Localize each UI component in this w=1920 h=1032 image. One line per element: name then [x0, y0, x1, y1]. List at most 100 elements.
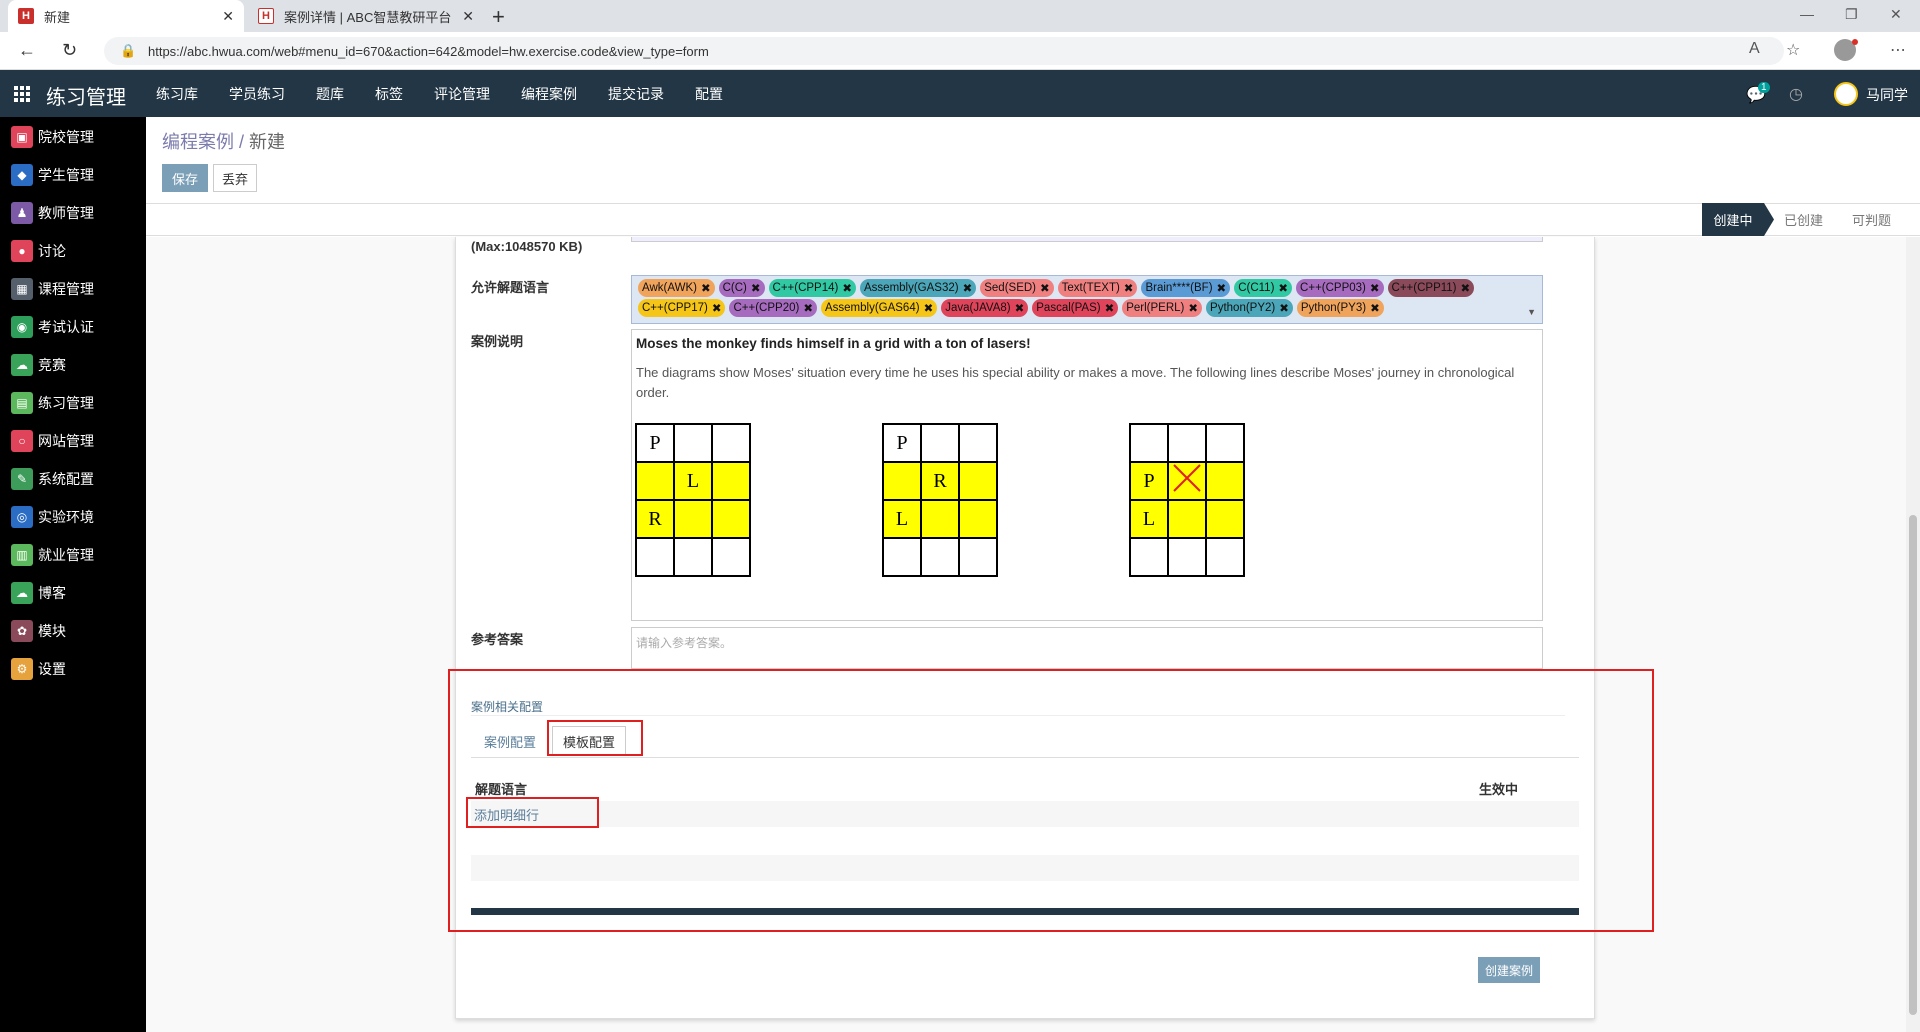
sidebar-item[interactable]: ○ 网站管理	[11, 429, 94, 453]
reload-icon[interactable]: ↻	[62, 40, 77, 61]
sidebar-item[interactable]: ◉ 考试认证	[11, 315, 94, 339]
menu-item[interactable]: 评论管理	[434, 84, 490, 104]
grid-cell	[711, 537, 751, 577]
description-heading: Moses the monkey finds himself in a grid…	[636, 336, 1031, 351]
sidebar-item[interactable]: ✿ 模块	[11, 619, 66, 643]
sidebar-item[interactable]: ▣ 院校管理	[11, 125, 94, 149]
remove-tag-icon[interactable]: ✖	[1015, 301, 1025, 315]
menu-item[interactable]: 学员练习	[229, 84, 285, 104]
remove-tag-icon[interactable]: ✖	[1105, 301, 1115, 315]
sidebar-item[interactable]: ✎ 系统配置	[11, 467, 94, 491]
remove-tag-icon[interactable]: ✖	[803, 301, 813, 315]
close-window-icon[interactable]: ✕	[1890, 6, 1902, 23]
sidebar-item[interactable]: ◆ 学生管理	[11, 163, 94, 187]
divider	[471, 757, 1579, 758]
back-icon[interactable]: ←	[18, 40, 36, 61]
sidebar-item[interactable]: ◎ 实验环境	[11, 505, 94, 529]
save-button[interactable]: 保存	[162, 164, 208, 192]
activity-clock-icon[interactable]: ◷	[1789, 84, 1803, 104]
restore-icon[interactable]: ❐	[1845, 6, 1858, 23]
sidebar-item[interactable]: ▤ 练习管理	[11, 391, 94, 415]
app-favicon-icon: H	[258, 8, 274, 24]
user-avatar[interactable]	[1834, 82, 1858, 106]
remove-tag-icon[interactable]: ✖	[1279, 301, 1289, 315]
remove-tag-icon[interactable]: ✖	[1217, 281, 1227, 295]
column-header-language[interactable]: 解题语言	[475, 779, 527, 798]
sidebar-item[interactable]: ☁ 博客	[11, 581, 66, 605]
apps-grid-icon[interactable]	[14, 86, 30, 102]
language-tag: Text(TEXT) ✖	[1057, 279, 1138, 297]
browser-tab-active[interactable]: H 新建 ✕	[8, 0, 244, 32]
remove-tag-icon[interactable]: ✖	[842, 281, 852, 295]
sidebar-item[interactable]: ♟ 教师管理	[11, 201, 94, 225]
grid-cell	[1167, 499, 1207, 539]
breadcrumb-separator: /	[234, 132, 250, 152]
new-tab-icon[interactable]: +	[492, 4, 505, 30]
more-menu-icon[interactable]: ⋯	[1890, 40, 1906, 60]
url-field[interactable]: 🔒 https://abc.hwua.com/web#menu_id=670&a…	[104, 37, 1784, 65]
menu-item[interactable]: 提交记录	[608, 84, 664, 104]
stage-judgeable[interactable]: 可判题	[1852, 203, 1891, 236]
sidebar-item[interactable]: ▥ 就业管理	[11, 543, 94, 567]
remove-tag-icon[interactable]: ✖	[1370, 281, 1380, 295]
grid-cell	[920, 499, 960, 539]
remove-tag-icon[interactable]: ✖	[751, 281, 761, 295]
browser-tab[interactable]: H 案例详情 | ABC智慧教研平台 ✕	[248, 0, 484, 32]
table-footer-bar	[471, 908, 1579, 915]
remove-tag-icon[interactable]: ✖	[712, 301, 722, 315]
menu-item[interactable]: 标签	[375, 84, 403, 104]
grid-cell: L	[882, 499, 922, 539]
remove-tag-icon[interactable]: ✖	[1461, 281, 1471, 295]
language-tag-label: C++(CPP17)	[642, 302, 708, 314]
app-title: 练习管理	[46, 87, 126, 109]
sidebar-item[interactable]: ▦ 课程管理	[11, 277, 94, 301]
language-tag: Assembly(GAS64) ✖	[820, 299, 938, 317]
breadcrumb-parent[interactable]: 编程案例	[162, 132, 234, 152]
user-name[interactable]: 马同学	[1866, 85, 1908, 105]
remove-tag-icon[interactable]: ✖	[924, 301, 934, 315]
description-editor[interactable]: Moses the monkey finds himself in a grid…	[631, 329, 1543, 621]
remove-tag-icon[interactable]: ✖	[1278, 281, 1288, 295]
remove-tag-icon[interactable]: ✖	[1124, 281, 1134, 295]
menu-item[interactable]: 练习库	[156, 84, 198, 104]
language-tag: Assembly(GAS32) ✖	[860, 279, 977, 297]
create-case-button[interactable]: 创建案例	[1478, 957, 1540, 983]
stage-created[interactable]: 已创建	[1784, 203, 1823, 236]
languages-label: 允许解题语言	[471, 280, 550, 295]
menu-item[interactable]: 编程案例	[521, 84, 577, 104]
remove-tag-icon[interactable]: ✖	[1188, 301, 1198, 315]
column-header-active[interactable]: 生效中	[1479, 779, 1518, 798]
close-tab-icon[interactable]: ✕	[222, 8, 234, 25]
tab-case-config[interactable]: 案例配置	[474, 726, 546, 756]
remove-tag-icon[interactable]: ✖	[701, 281, 711, 295]
remove-tag-icon[interactable]: ✖	[1040, 281, 1050, 295]
discard-button[interactable]: 丢弃	[213, 164, 257, 192]
language-tag: C++(CPP14) ✖	[768, 279, 856, 297]
remove-tag-icon[interactable]: ✖	[1370, 301, 1380, 315]
stage-creating[interactable]: 创建中	[1702, 203, 1764, 236]
minimize-icon[interactable]: —	[1800, 6, 1814, 22]
sidebar-module-icon: ✿	[11, 620, 33, 642]
scrollbar-thumb[interactable]	[1909, 515, 1917, 1015]
grid-cell	[1205, 499, 1245, 539]
sidebar-item[interactable]: ⚙ 设置	[11, 657, 66, 681]
answer-input[interactable]: 请输入参考答案。	[631, 627, 1543, 669]
remove-tag-icon[interactable]: ✖	[963, 281, 973, 295]
laser-grid-diagram: PLR	[635, 423, 751, 577]
sidebar-item[interactable]: ● 讨论	[11, 239, 66, 263]
browser-tab-title: 新建	[44, 9, 71, 25]
menu-item[interactable]: 配置	[695, 84, 723, 104]
close-tab-icon[interactable]: ✕	[462, 8, 474, 25]
app-topbar: 练习管理 练习库 学员练习 题库 标签 评论管理 编程案例 提交记录 配置 💬 …	[0, 70, 1920, 117]
read-aloud-icon[interactable]: A	[1749, 40, 1760, 58]
sidebar-item[interactable]: ☁ 竞赛	[11, 353, 66, 377]
memory-limit-input[interactable]	[631, 237, 1543, 242]
languages-tag-field[interactable]: Awk(AWK) ✖ C(C) ✖ C++(CPP14) ✖ Assembly(GAS32)…	[631, 275, 1543, 324]
chat-badge: 1	[1758, 82, 1770, 93]
menu-item[interactable]: 题库	[316, 84, 344, 104]
grid-cell: P	[1129, 461, 1169, 501]
dropdown-caret-icon[interactable]: ▼	[1527, 307, 1536, 317]
favorites-icon[interactable]: ☆	[1786, 40, 1800, 60]
highlight-box	[466, 797, 599, 828]
laser-cross-icon	[1167, 461, 1207, 501]
